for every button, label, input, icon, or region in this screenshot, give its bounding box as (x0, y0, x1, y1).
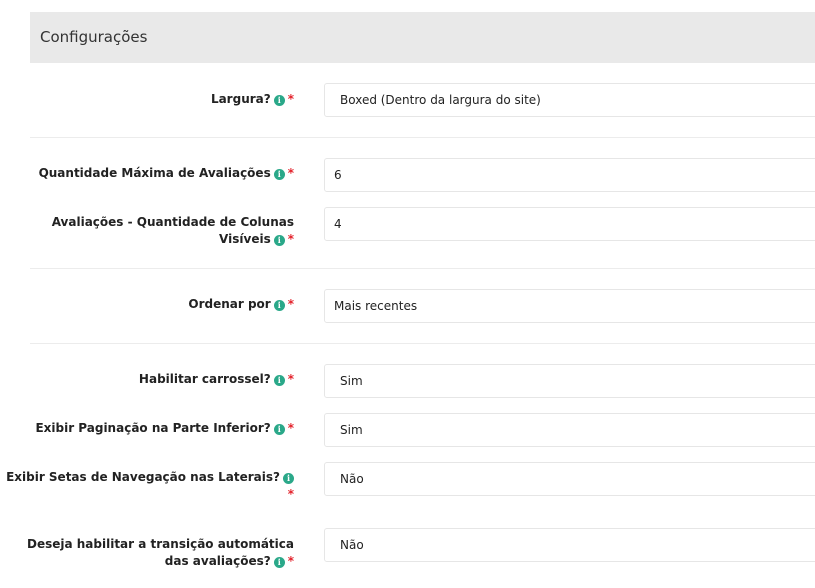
info-icon[interactable]: i (273, 557, 285, 568)
label-quantidade-maxima: Quantidade Máxima de Avaliações i * (38, 166, 294, 180)
divider (30, 137, 815, 138)
info-icon[interactable]: i (283, 473, 294, 484)
required-mark: * (287, 92, 294, 106)
input-colunas-visiveis[interactable]: 4 (324, 207, 815, 241)
info-icon[interactable]: i (273, 95, 285, 106)
required-mark: * (287, 487, 294, 501)
label-paginacao: Exibir Paginação na Parte Inferior? i * (35, 421, 294, 435)
divider (30, 343, 815, 344)
panel-header: Configurações (30, 12, 815, 63)
label-setas: Exibir Setas de Navegação nas Laterais? i… (6, 470, 294, 501)
select-transicao[interactable]: Não (324, 528, 815, 562)
label-largura: Largura? i * (210, 92, 294, 106)
info-icon[interactable]: i (273, 300, 285, 311)
label-carrossel: Habilitar carrossel? i * (138, 372, 294, 386)
label-colunas-visiveis: Avaliações - Quantidade de Colunas Visív… (51, 215, 294, 246)
select-ordenar[interactable]: Mais recentes (324, 289, 815, 323)
required-mark: * (287, 232, 294, 246)
input-quantidade-maxima[interactable]: 6 (324, 158, 815, 192)
required-mark: * (287, 372, 294, 386)
required-mark: * (287, 166, 294, 180)
select-setas[interactable]: Não (324, 462, 815, 496)
label-ordenar: Ordenar por i * (188, 297, 294, 311)
required-mark: * (287, 297, 294, 311)
info-icon[interactable]: i (273, 169, 285, 180)
select-carrossel[interactable]: Sim (324, 364, 815, 398)
select-paginacao[interactable]: Sim (324, 413, 815, 447)
info-icon[interactable]: i (273, 235, 285, 246)
label-transicao: Deseja habilitar a transição automática … (26, 537, 294, 568)
info-icon[interactable]: i (273, 375, 285, 386)
required-mark: * (287, 554, 294, 568)
required-mark: * (287, 421, 294, 435)
select-largura[interactable]: Boxed (Dentro da largura do site) (324, 83, 815, 117)
panel-title: Configurações (40, 28, 148, 46)
info-icon[interactable]: i (273, 424, 285, 435)
divider (30, 268, 815, 269)
